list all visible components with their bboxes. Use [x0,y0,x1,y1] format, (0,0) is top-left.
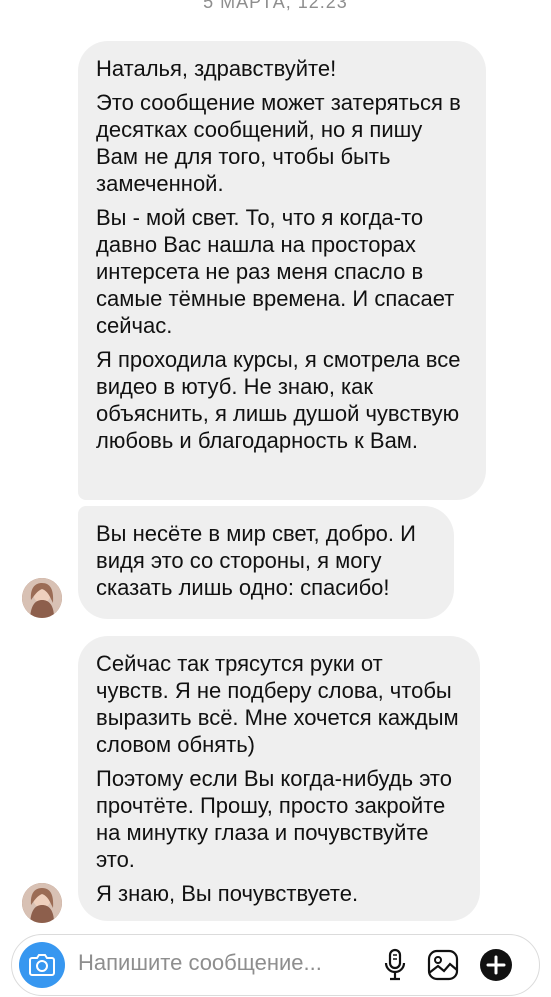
message-input[interactable]: Напишите сообщение... [78,950,322,976]
message-composer: Напишите сообщение... [11,934,540,996]
camera-icon [29,954,55,976]
message-bubble[interactable]: Сейчас так трясутся руки от чувств. Я не… [78,636,480,921]
message-paragraph: Наталья, здравствуйте! [96,56,337,81]
sender-avatar[interactable] [22,883,62,923]
message-bubble[interactable]: Наталья, здравствуйте! Это сообщение мож… [78,41,486,500]
plus-button[interactable] [478,947,514,983]
avatar-image [22,883,62,923]
message-paragraph: Это сообщение может затеряться в десятка… [96,90,461,196]
message-paragraph: Вы несёте в мир свет, добро. И видя это … [96,521,416,600]
gallery-icon [427,949,459,981]
avatar-image [22,578,62,618]
message-bubble[interactable]: Вы несёте в мир свет, добро. И видя это … [78,506,454,619]
microphone-button[interactable] [377,947,413,983]
camera-button[interactable] [19,942,65,988]
message-paragraph: Вы - мой свет. То, что я когда-то давно … [96,205,455,338]
message-paragraph: Я знаю, Вы почувствуете. [96,881,359,906]
microphone-icon [384,948,406,981]
plus-icon [480,949,512,981]
sender-avatar[interactable] [22,578,62,618]
message-paragraph: Я проходила курсы, я смотрела все видео … [96,347,461,453]
message-paragraph: Поэтому если Вы когда-нибудь это прочтёт… [96,766,452,872]
message-paragraph: Сейчас так трясутся руки от чувств. Я не… [96,651,459,757]
gallery-button[interactable] [425,947,461,983]
date-separator: 5 МАРТА, 12:23 [203,0,348,12]
